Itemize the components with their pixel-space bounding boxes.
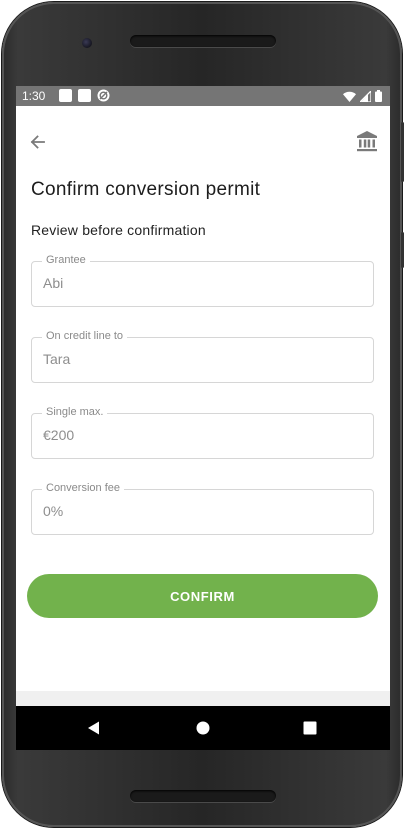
arrow-left-icon[interactable] — [28, 132, 48, 152]
status-bar: 1:30 — [16, 86, 390, 106]
status-right-icons — [343, 90, 382, 102]
wifi-icon — [343, 91, 356, 102]
confirm-button[interactable]: CONFIRM — [27, 574, 378, 618]
system-nav-bar — [16, 706, 390, 750]
conversion-fee-label: Conversion fee — [42, 482, 124, 494]
notification-icon — [59, 89, 72, 102]
bottom-speaker — [130, 790, 276, 802]
notification-icon — [78, 89, 91, 102]
credit-line-label: On credit line to — [42, 330, 128, 342]
grantee-field[interactable]: Grantee Abi — [31, 254, 374, 307]
cellular-signal-icon — [360, 90, 371, 102]
single-max-field[interactable]: Single max. €200 — [31, 406, 374, 459]
top-speaker — [130, 35, 276, 47]
single-max-value: €200 — [43, 427, 75, 443]
page-subtitle: Review before confirmation — [31, 222, 206, 238]
conversion-fee-value: 0% — [43, 503, 64, 519]
app-bar — [16, 106, 390, 178]
credit-line-field[interactable]: On credit line to Tara — [31, 330, 374, 383]
circle-home-icon[interactable] — [193, 718, 213, 738]
grantee-value: Abi — [43, 275, 64, 291]
content-bottom-edge — [16, 691, 390, 706]
front-camera — [82, 38, 92, 48]
status-time: 1:30 — [22, 89, 46, 103]
page-title: Confirm conversion permit — [31, 179, 261, 200]
sync-disabled-icon — [97, 89, 110, 102]
single-max-label: Single max. — [42, 406, 108, 418]
grantee-label: Grantee — [42, 254, 90, 266]
triangle-back-icon[interactable] — [84, 718, 104, 738]
screen: 1:30 Confirm conversion permit Review be… — [16, 86, 390, 750]
square-recents-icon[interactable] — [300, 718, 320, 738]
battery-icon — [375, 90, 382, 102]
conversion-fee-field[interactable]: Conversion fee 0% — [31, 482, 374, 535]
credit-line-value: Tara — [43, 351, 71, 367]
bank-icon[interactable] — [356, 130, 378, 152]
